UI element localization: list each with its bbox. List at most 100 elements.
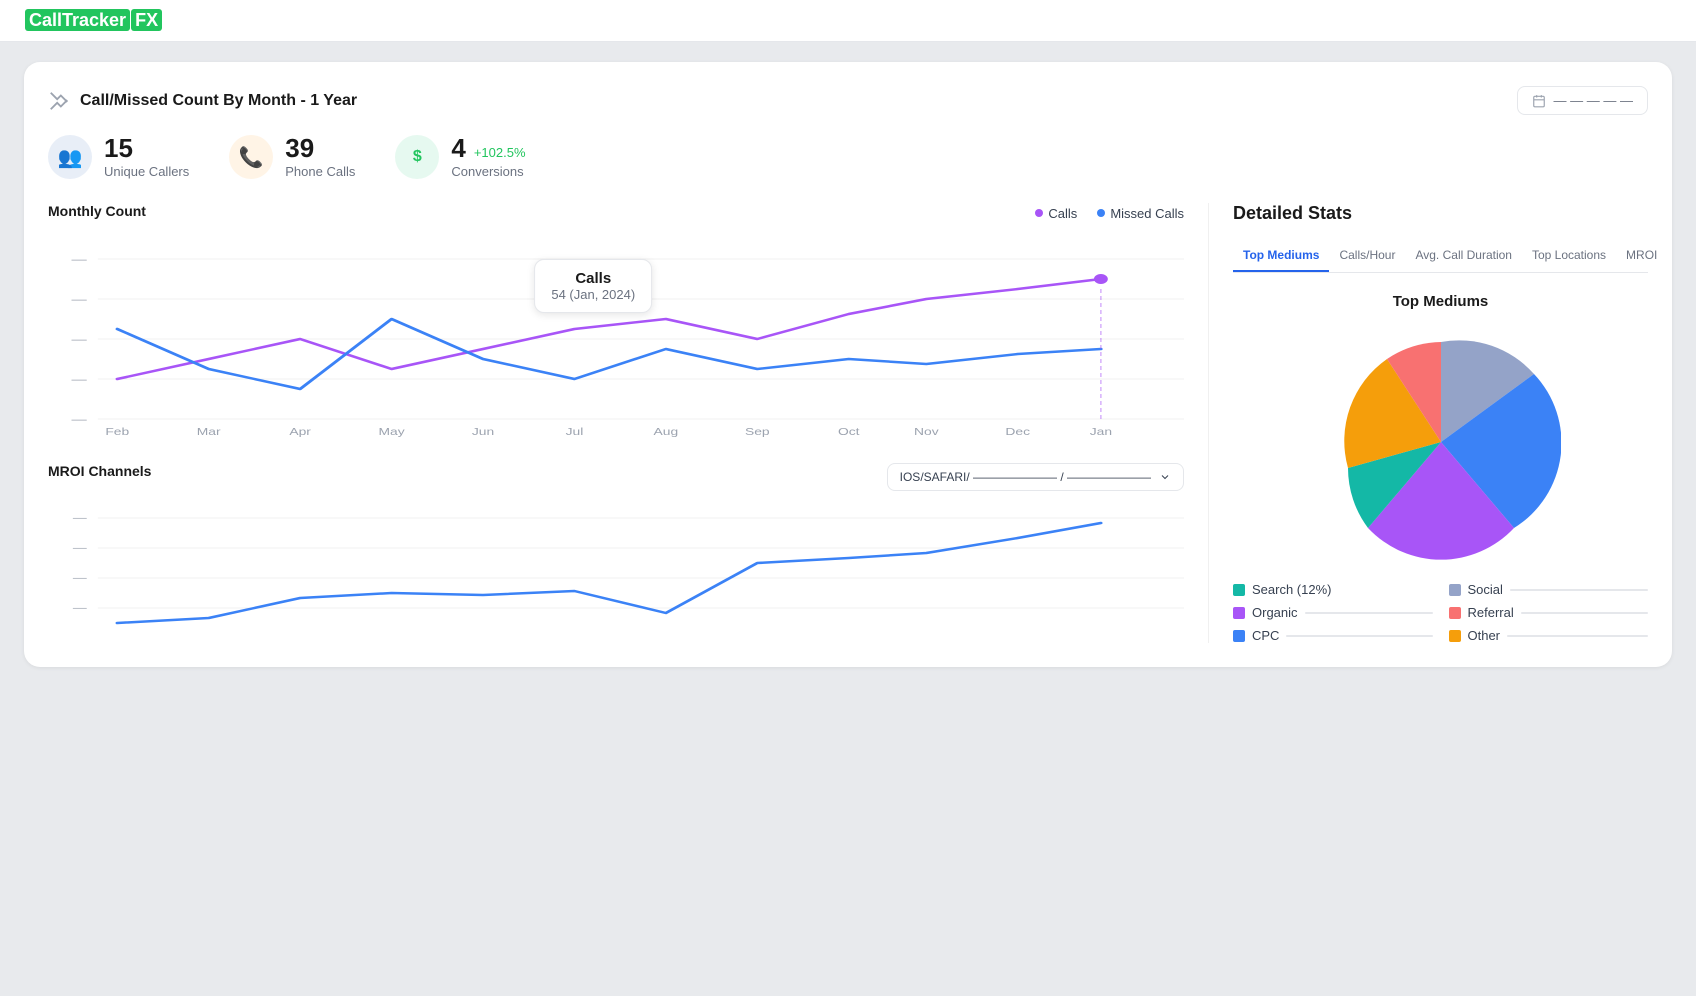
organic-label: Organic <box>1252 605 1298 620</box>
stat-phone-calls: 📞 39 Phone Calls <box>229 135 355 179</box>
svg-text:Mar: Mar <box>197 426 221 438</box>
legend-search: Search (12%) <box>1233 582 1433 597</box>
left-column: Monthly Count Calls Missed Calls <box>48 203 1184 643</box>
tab-mroi[interactable]: MROI <box>1616 240 1667 272</box>
monthly-count-section: Monthly Count Calls Missed Calls <box>48 203 1184 439</box>
legend-organic: Organic <box>1233 605 1433 620</box>
svg-text:Nov: Nov <box>914 426 939 438</box>
missed-legend-item: Missed Calls <box>1097 206 1184 221</box>
svg-text:—: — <box>73 512 88 524</box>
conversions-label: Conversions <box>451 164 525 179</box>
legend-social: Social <box>1449 582 1649 597</box>
conversions-change: +102.5% <box>474 145 526 160</box>
svg-text:Sep: Sep <box>745 426 770 438</box>
mroi-title: MROI Channels <box>48 463 151 479</box>
referral-line <box>1521 612 1648 614</box>
monthly-count-title: Monthly Count <box>48 203 146 219</box>
svg-text:—: — <box>73 602 88 614</box>
svg-text:—: — <box>73 542 88 554</box>
svg-text:Jul: Jul <box>566 426 584 438</box>
legend-cpc: CPC <box>1233 628 1433 643</box>
svg-text:—: — <box>72 333 88 345</box>
cpc-color-dot <box>1233 630 1245 642</box>
tab-avg-call-duration[interactable]: Avg. Call Duration <box>1405 240 1522 272</box>
conversions-number: 4 <box>451 135 465 161</box>
legend-referral: Referral <box>1449 605 1649 620</box>
date-range-text: — — — — — <box>1554 93 1633 108</box>
card-header: Call/Missed Count By Month - 1 Year — — … <box>48 86 1648 115</box>
pie-chart-svg <box>1321 322 1561 562</box>
chevron-down-icon <box>1159 471 1171 483</box>
missed-legend-dot <box>1097 209 1105 217</box>
legend-other: Other <box>1449 628 1649 643</box>
svg-text:—: — <box>72 293 88 305</box>
stat-conversions-info: 4 +102.5% Conversions <box>451 135 525 179</box>
social-color-dot <box>1449 584 1461 596</box>
svg-text:—: — <box>72 373 88 385</box>
organic-line <box>1305 612 1433 614</box>
svg-text:Jun: Jun <box>472 426 494 438</box>
main-card: Call/Missed Count By Month - 1 Year — — … <box>24 62 1672 667</box>
chart-legend: Calls Missed Calls <box>1035 206 1184 221</box>
other-label: Other <box>1468 628 1501 643</box>
stat-conversions: $ 4 +102.5% Conversions <box>395 135 525 179</box>
calls-legend-label: Calls <box>1048 206 1077 221</box>
pie-legend: Search (12%) Social Organic <box>1233 582 1648 643</box>
svg-text:—: — <box>72 413 88 425</box>
phone-calls-icon: 📞 <box>229 135 273 179</box>
pie-chart-container <box>1233 322 1648 562</box>
svg-text:May: May <box>378 426 405 438</box>
mroi-dropdown-label: IOS/SAFARI/ ——————— / ——————— <box>900 470 1151 484</box>
cpc-label: CPC <box>1252 628 1279 643</box>
calendar-icon <box>1532 94 1546 108</box>
logo-badge: FX <box>131 9 162 31</box>
tab-top-mediums[interactable]: Top Mediums <box>1233 240 1329 272</box>
svg-text:Apr: Apr <box>289 426 311 438</box>
card-title: Call/Missed Count By Month - 1 Year <box>80 92 357 110</box>
stats-row: 👥 15 Unique Callers 📞 39 Phone Calls $ <box>48 135 1648 179</box>
mroi-header: MROI Channels IOS/SAFARI/ ——————— / ————… <box>48 463 1184 491</box>
tab-top-locations[interactable]: Top Locations <box>1522 240 1616 272</box>
monthly-count-svg: — — — — — <box>48 239 1184 439</box>
unique-callers-number: 15 <box>104 135 189 161</box>
detailed-stats-title: Detailed Stats <box>1233 203 1648 224</box>
conversions-icon: $ <box>395 135 439 179</box>
chart-icon <box>48 90 70 112</box>
mroi-section: MROI Channels IOS/SAFARI/ ——————— / ————… <box>48 463 1184 633</box>
other-color-dot <box>1449 630 1461 642</box>
other-line <box>1507 635 1648 637</box>
calls-legend-dot <box>1035 209 1043 217</box>
phone-calls-label: Phone Calls <box>285 164 355 179</box>
calls-legend-item: Calls <box>1035 206 1077 221</box>
svg-text:—: — <box>73 572 88 584</box>
tabs-row: Top Mediums Calls/Hour Avg. Call Duratio… <box>1233 240 1648 273</box>
organic-color-dot <box>1233 607 1245 619</box>
stat-unique-callers: 👥 15 Unique Callers <box>48 135 189 179</box>
date-picker-button[interactable]: — — — — — <box>1517 86 1648 115</box>
referral-label: Referral <box>1468 605 1514 620</box>
tab-calls-hour[interactable]: Calls/Hour <box>1329 240 1405 272</box>
missed-legend-label: Missed Calls <box>1110 206 1184 221</box>
search-color-dot <box>1233 584 1245 596</box>
mroi-dropdown[interactable]: IOS/SAFARI/ ——————— / ——————— <box>887 463 1184 491</box>
svg-text:Feb: Feb <box>105 426 129 438</box>
unique-callers-icon: 👥 <box>48 135 92 179</box>
card-title-row: Call/Missed Count By Month - 1 Year <box>48 90 357 112</box>
two-column-layout: Monthly Count Calls Missed Calls <box>48 203 1648 643</box>
svg-text:Aug: Aug <box>654 426 679 438</box>
unique-callers-label: Unique Callers <box>104 164 189 179</box>
svg-text:Oct: Oct <box>838 426 860 438</box>
logo: CallTrackerFX <box>24 10 162 31</box>
social-line <box>1510 589 1648 591</box>
mroi-chart: — — — — <box>48 503 1184 633</box>
tooltip-dot <box>1094 274 1108 284</box>
main-content: Call/Missed Count By Month - 1 Year — — … <box>0 42 1696 996</box>
cpc-line <box>1286 635 1432 637</box>
right-column: Detailed Stats Top Mediums Calls/Hour Av… <box>1208 203 1648 643</box>
stat-phone-calls-info: 39 Phone Calls <box>285 135 355 179</box>
search-label: Search (12%) <box>1252 582 1331 597</box>
svg-text:Dec: Dec <box>1005 426 1030 438</box>
pie-chart-title: Top Mediums <box>1233 293 1648 310</box>
logo-text: CallTracker <box>25 9 130 31</box>
svg-text:—: — <box>72 253 88 265</box>
